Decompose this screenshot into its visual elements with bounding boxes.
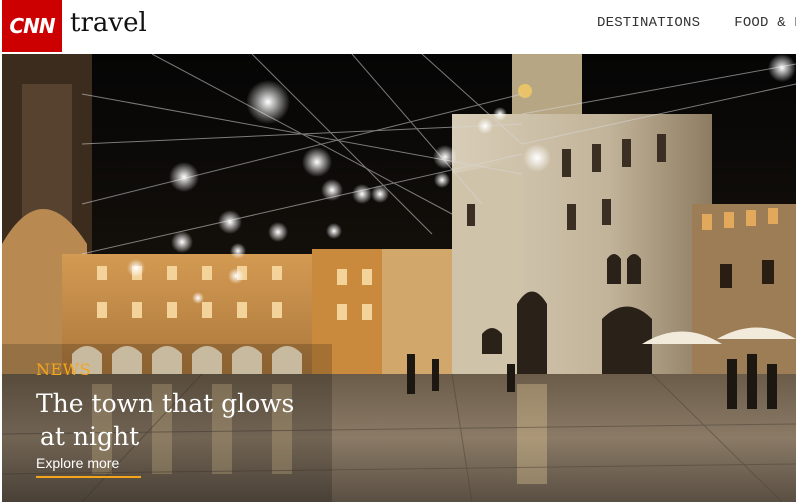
hero-banner[interactable]: NEWS The town that glows at night Explor… [2, 54, 796, 502]
main-nav: DESTINATIONS FOOD & DR [597, 15, 796, 31]
kicker-label[interactable]: NEWS [36, 360, 326, 379]
hero-text: NEWS The town that glows at night [36, 360, 326, 453]
section-title[interactable]: travel [70, 8, 147, 38]
nav-destinations[interactable]: DESTINATIONS [597, 15, 700, 31]
explore-more-link[interactable]: Explore more [36, 455, 141, 478]
headline[interactable]: The town that glows at night [36, 387, 326, 453]
nav-food-drink[interactable]: FOOD & DR [734, 15, 796, 31]
site-header: CNN travel DESTINATIONS FOOD & DR [0, 0, 796, 54]
headline-line-2: at night [40, 422, 140, 451]
logo-text: CNN [9, 14, 55, 38]
cnn-logo[interactable]: CNN [2, 0, 62, 52]
headline-line-1: The town that glows [36, 389, 295, 418]
